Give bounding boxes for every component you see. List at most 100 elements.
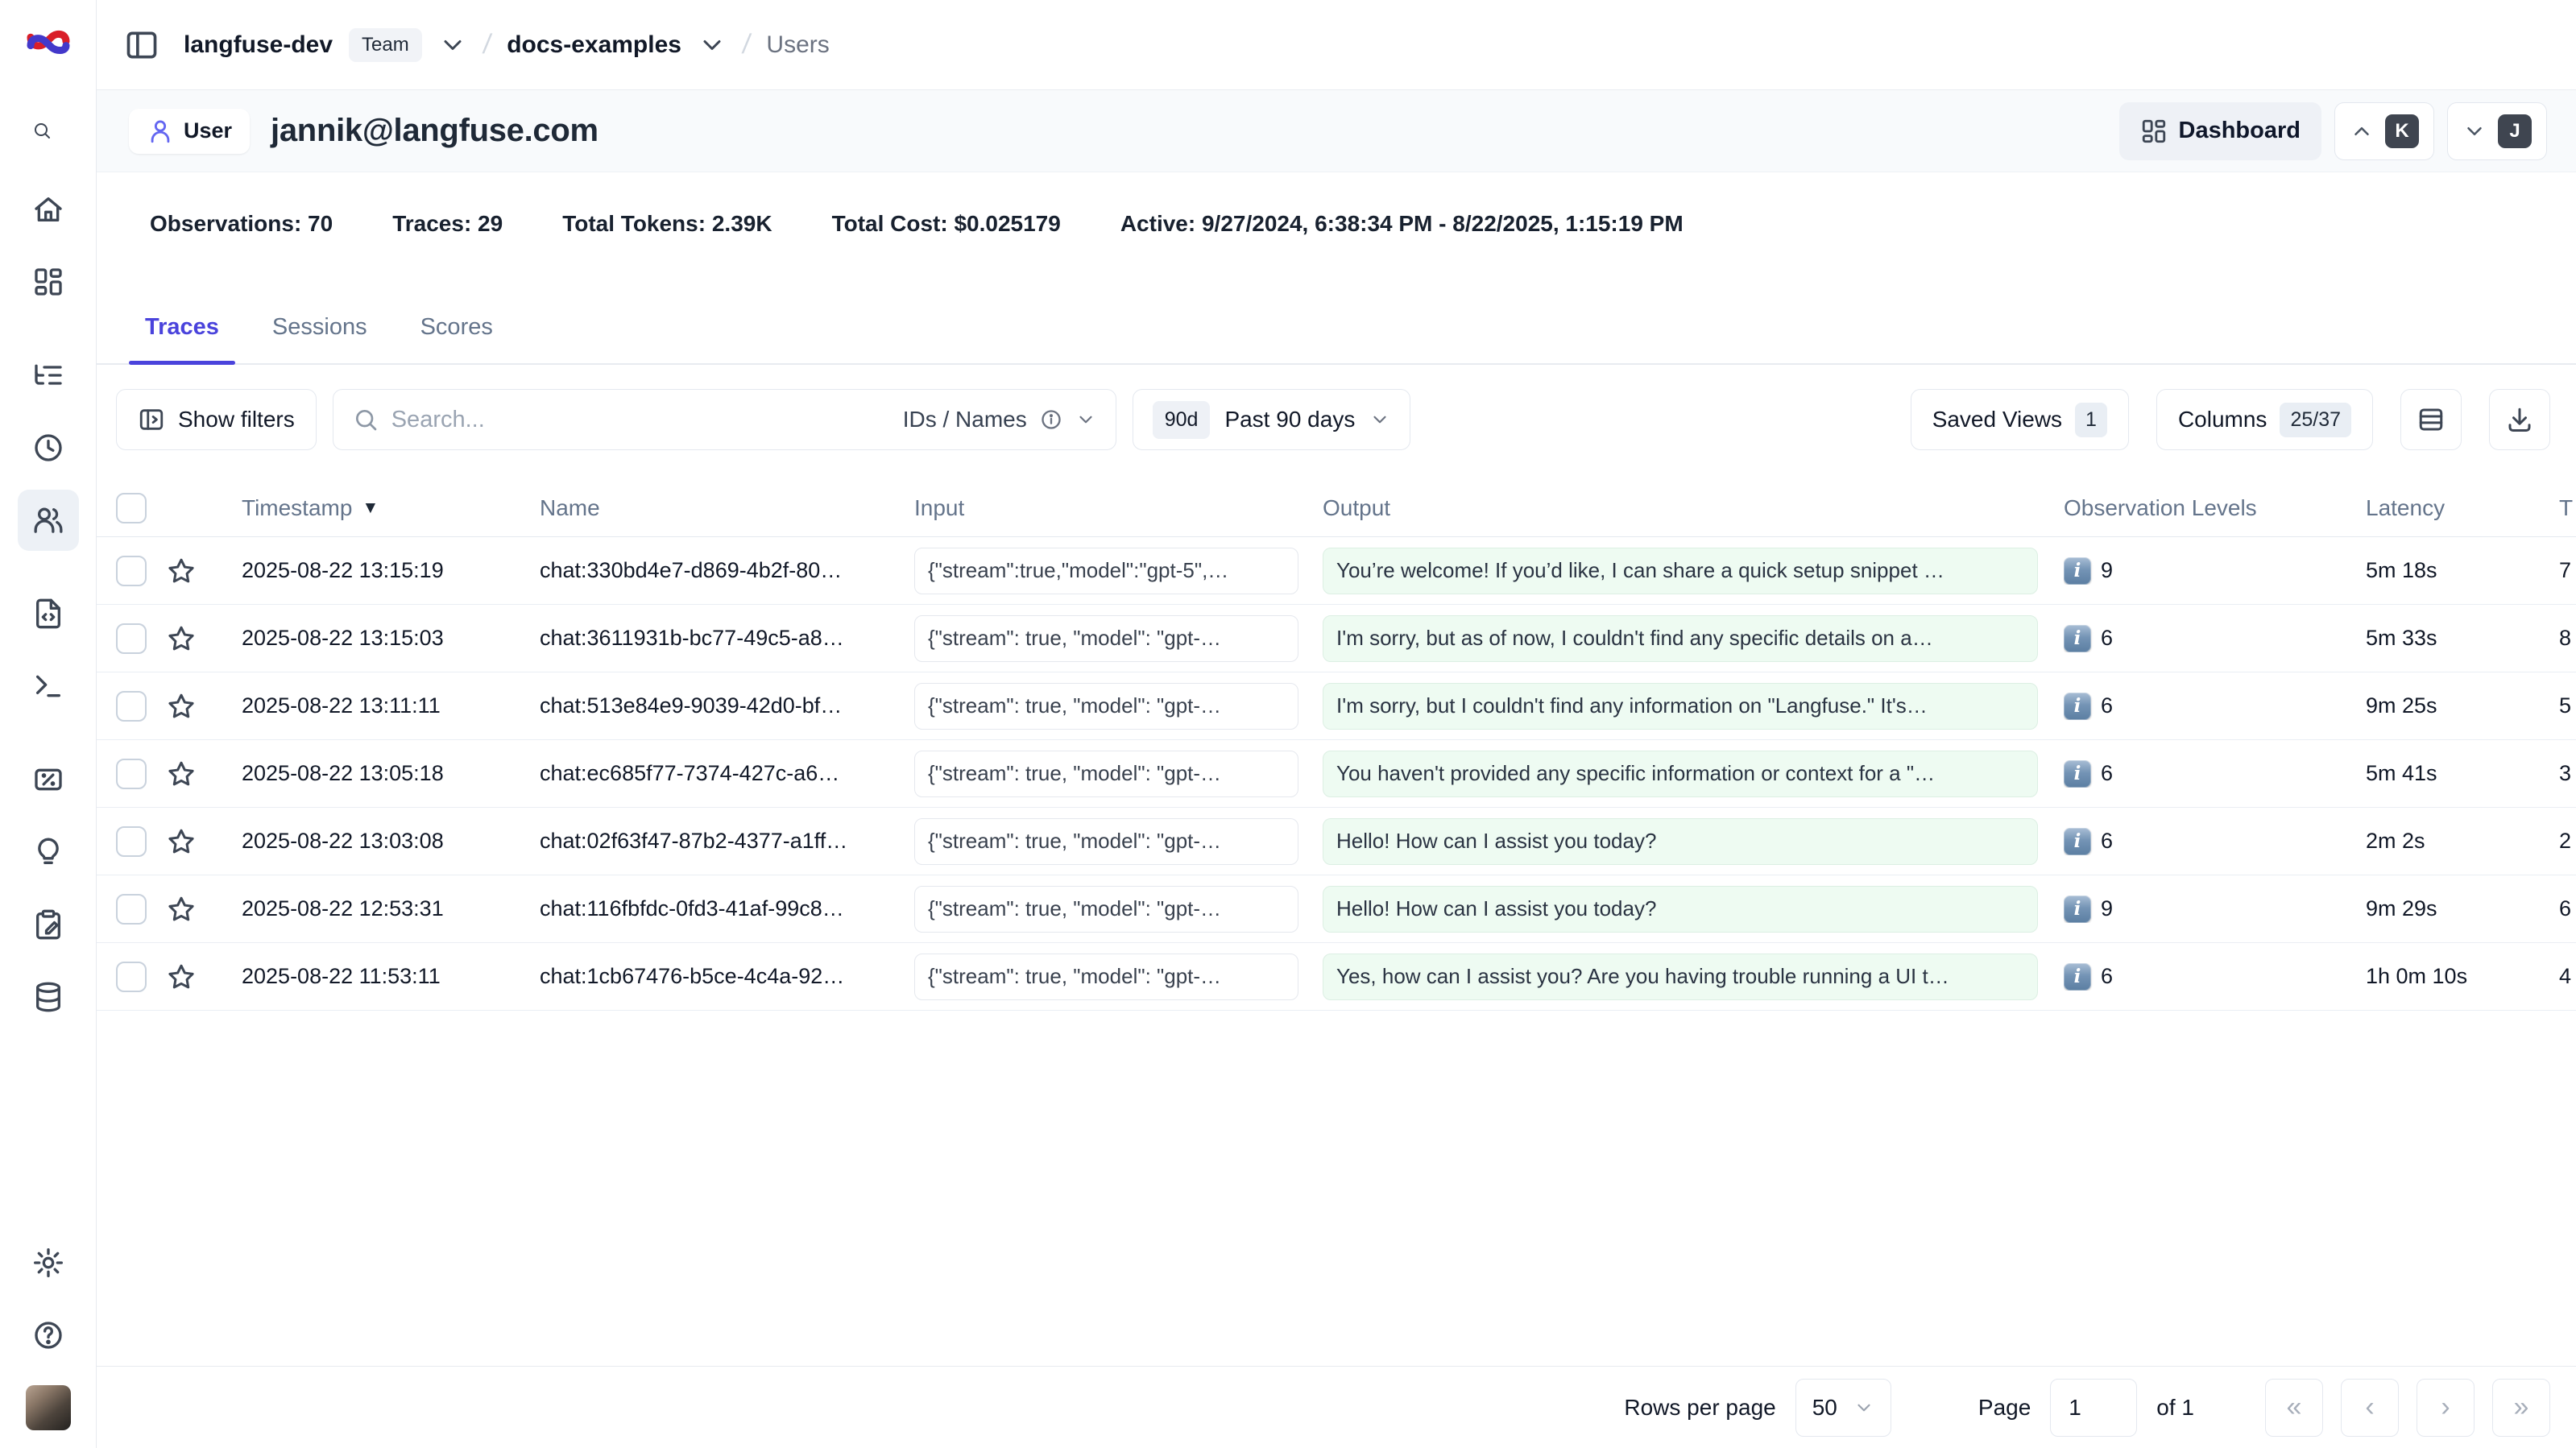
row-height-button[interactable] (2400, 389, 2462, 450)
tab-traces[interactable]: Traces (129, 314, 235, 363)
trace-output[interactable]: Hello! How can I assist you today? (1323, 818, 2038, 865)
stat-active-range: Active: 9/27/2024, 6:38:34 PM - 8/22/202… (1120, 211, 1684, 237)
row-checkbox[interactable] (116, 623, 147, 654)
table-row[interactable]: 2025-08-22 13:11:11 chat:513e84e9-9039-4… (97, 672, 2576, 740)
lightbulb-icon (32, 836, 64, 868)
row-checkbox[interactable] (116, 556, 147, 586)
trace-input[interactable]: {"stream":true,"model":"gpt-5",… (914, 548, 1298, 594)
search-scope-label[interactable]: IDs / Names (903, 407, 1027, 432)
sidebar-item-evaluation[interactable] (18, 749, 79, 810)
trace-output[interactable]: I'm sorry, but I couldn't find any infor… (1323, 683, 2038, 730)
langfuse-logo[interactable] (23, 18, 73, 69)
col-header-observation-levels[interactable]: Observation Levels (2064, 495, 2257, 521)
table-row[interactable]: 2025-08-22 13:03:08 chat:02f63f47-87b2-4… (97, 808, 2576, 875)
sidebar-item-datasets[interactable] (18, 966, 79, 1028)
chevron-down-icon[interactable] (698, 31, 727, 60)
trace-input[interactable]: {"stream": true, "model": "gpt-… (914, 683, 1298, 730)
table-row[interactable]: 2025-08-22 13:05:18 chat:ec685f77-7374-4… (97, 740, 2576, 808)
sidebar-item-users[interactable] (18, 490, 79, 551)
col-header-timestamp[interactable]: Timestamp (242, 495, 352, 521)
row-checkbox[interactable] (116, 894, 147, 925)
sidebar-item-insights[interactable] (18, 821, 79, 883)
saved-views-button[interactable]: Saved Views 1 (1911, 389, 2129, 450)
col-header-name[interactable]: Name (540, 495, 600, 521)
kbd-j: J (2498, 114, 2532, 148)
bookmark-star-icon[interactable] (167, 895, 196, 924)
sidebar-item-search[interactable] (18, 106, 79, 168)
table-row[interactable]: 2025-08-22 13:15:19 chat:330bd4e7-d869-4… (97, 537, 2576, 605)
bookmark-star-icon[interactable] (167, 692, 196, 721)
info-level-icon: i (2064, 760, 2091, 788)
sidebar-item-annotation[interactable] (18, 894, 79, 955)
trace-input[interactable]: {"stream": true, "model": "gpt-… (914, 615, 1298, 662)
columns-label: Columns (2178, 407, 2267, 432)
trace-output[interactable]: You haven't provided any specific inform… (1323, 751, 2038, 797)
sidebar-item-tracing[interactable] (18, 345, 79, 406)
previous-page-button[interactable]: ‹ (2341, 1379, 2399, 1437)
sidebar-item-home[interactable] (18, 179, 79, 240)
trace-timestamp: 2025-08-22 13:15:19 (209, 558, 540, 583)
dashboard-button[interactable]: Dashboard (2119, 102, 2321, 160)
next-user-button[interactable]: J (2447, 102, 2547, 160)
tab-sessions[interactable]: Sessions (256, 314, 383, 363)
trace-output[interactable]: Hello! How can I assist you today? (1323, 886, 2038, 933)
user-avatar[interactable] (26, 1385, 71, 1430)
bookmark-star-icon[interactable] (167, 624, 196, 653)
columns-button[interactable]: Columns 25/37 (2156, 389, 2373, 450)
trace-name: chat:02f63f47-87b2-4377-a1ff… (540, 829, 914, 854)
breadcrumb-org[interactable]: langfuse-dev (184, 31, 333, 59)
col-header-input[interactable]: Input (914, 495, 964, 521)
sidebar-item-sessions[interactable] (18, 417, 79, 478)
show-filters-button[interactable]: Show filters (116, 389, 317, 450)
sidebar-item-support[interactable] (18, 1305, 79, 1366)
trace-output[interactable]: I'm sorry, but as of now, I couldn't fin… (1323, 615, 2038, 662)
select-all-checkbox[interactable] (116, 493, 147, 523)
observation-count: 6 (2101, 829, 2113, 854)
page-of-label: of 1 (2156, 1395, 2194, 1421)
sidebar-toggle-icon[interactable] (124, 27, 159, 63)
pagination-buttons: « ‹ › » (2265, 1379, 2550, 1437)
bookmark-star-icon[interactable] (167, 759, 196, 788)
trace-timestamp: 2025-08-22 13:15:03 (209, 626, 540, 651)
col-header-output[interactable]: Output (1323, 495, 1390, 521)
trace-output[interactable]: Yes, how can I assist you? Are you havin… (1323, 954, 2038, 1000)
trace-output[interactable]: You’re welcome! If you’d like, I can sha… (1323, 548, 2038, 594)
row-checkbox[interactable] (116, 962, 147, 992)
tab-scores[interactable]: Scores (404, 314, 509, 363)
breadcrumb-project[interactable]: docs-examples (507, 31, 681, 59)
chevron-down-icon[interactable] (438, 31, 467, 60)
page-number-input[interactable] (2050, 1379, 2137, 1437)
export-button[interactable] (2489, 389, 2550, 450)
col-header-latency[interactable]: Latency (2366, 495, 2445, 521)
previous-user-button[interactable]: K (2334, 102, 2434, 160)
last-page-button[interactable]: » (2492, 1379, 2550, 1437)
trace-input[interactable]: {"stream": true, "model": "gpt-… (914, 818, 1298, 865)
rows-per-page-select[interactable]: 50 (1795, 1379, 1891, 1437)
table-row[interactable]: 2025-08-22 11:53:11 chat:1cb67476-b5ce-4… (97, 943, 2576, 1011)
sidebar-item-settings[interactable] (18, 1232, 79, 1293)
sidebar-item-dashboards[interactable] (18, 251, 79, 312)
row-checkbox[interactable] (116, 691, 147, 722)
row-checkbox[interactable] (116, 759, 147, 789)
chevron-down-icon[interactable] (1075, 409, 1096, 430)
first-page-button[interactable]: « (2265, 1379, 2323, 1437)
trace-input[interactable]: {"stream": true, "model": "gpt-… (914, 751, 1298, 797)
row-checkbox[interactable] (116, 826, 147, 857)
user-stats: Observations: 70 Traces: 29 Total Tokens… (97, 172, 2576, 269)
search-input[interactable] (391, 407, 890, 433)
pagination-bar: Rows per page 50 Page of 1 « ‹ › » (97, 1366, 2576, 1448)
sidebar-item-playground[interactable] (18, 656, 79, 717)
sidebar-nav (18, 106, 79, 1039)
trace-input[interactable]: {"stream": true, "model": "gpt-… (914, 886, 1298, 933)
toolbar-right: Saved Views 1 Columns 25/37 (1911, 389, 2550, 450)
table-row[interactable]: 2025-08-22 12:53:31 chat:116fbfdc-0fd3-4… (97, 875, 2576, 943)
bookmark-star-icon[interactable] (167, 827, 196, 856)
trace-input[interactable]: {"stream": true, "model": "gpt-… (914, 954, 1298, 1000)
time-range-select[interactable]: 90d Past 90 days (1133, 389, 1411, 450)
next-page-button[interactable]: › (2417, 1379, 2475, 1437)
bookmark-star-icon[interactable] (167, 962, 196, 991)
sidebar-item-prompts[interactable] (18, 583, 79, 644)
col-header-truncated[interactable]: T (2559, 495, 2573, 521)
bookmark-star-icon[interactable] (167, 556, 196, 585)
table-row[interactable]: 2025-08-22 13:15:03 chat:3611931b-bc77-4… (97, 605, 2576, 672)
